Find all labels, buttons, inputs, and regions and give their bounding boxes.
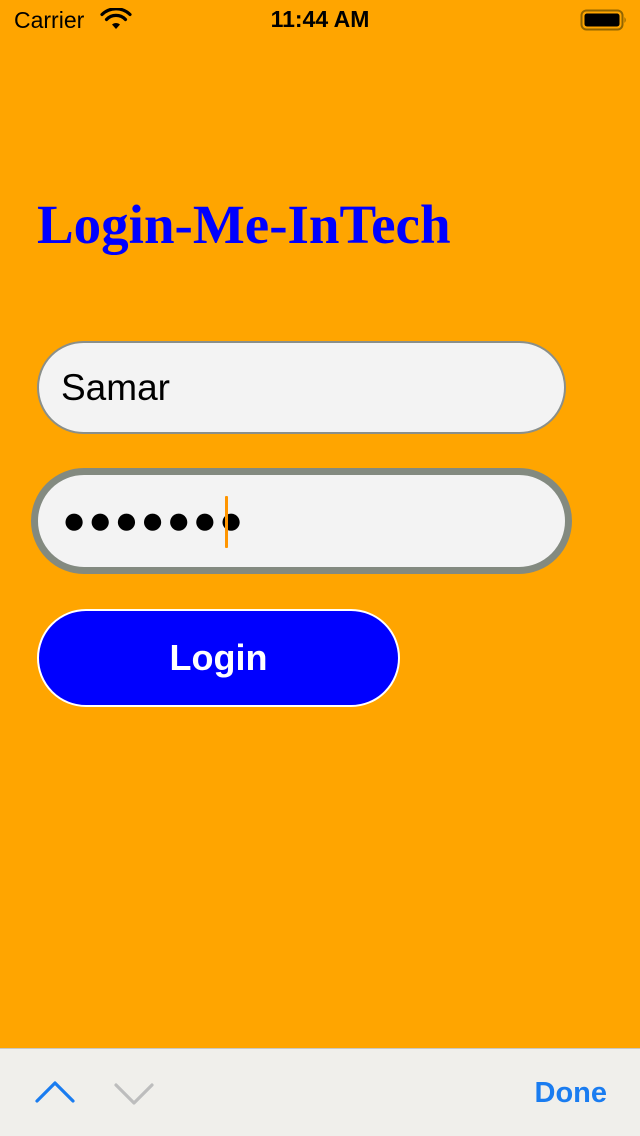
battery-icon <box>580 9 626 31</box>
password-input[interactable]: ●●●●●●● <box>31 468 572 574</box>
text-caret <box>225 496 228 548</box>
chevron-up-icon[interactable] <box>34 1079 76 1105</box>
username-value: Samar <box>61 366 170 408</box>
login-button[interactable]: Login <box>37 609 400 707</box>
done-button[interactable]: Done <box>535 1077 608 1110</box>
password-masked-value: ●●●●●●● <box>62 498 246 543</box>
status-bar: Carrier 11:44 AM <box>0 0 640 40</box>
username-input[interactable]: Samar <box>37 341 566 434</box>
keyboard-toolbar: Done <box>0 1048 640 1136</box>
app-title: Login-Me-InTech <box>37 194 451 255</box>
status-time: 11:44 AM <box>270 6 370 32</box>
chevron-down-icon[interactable] <box>113 1081 155 1107</box>
